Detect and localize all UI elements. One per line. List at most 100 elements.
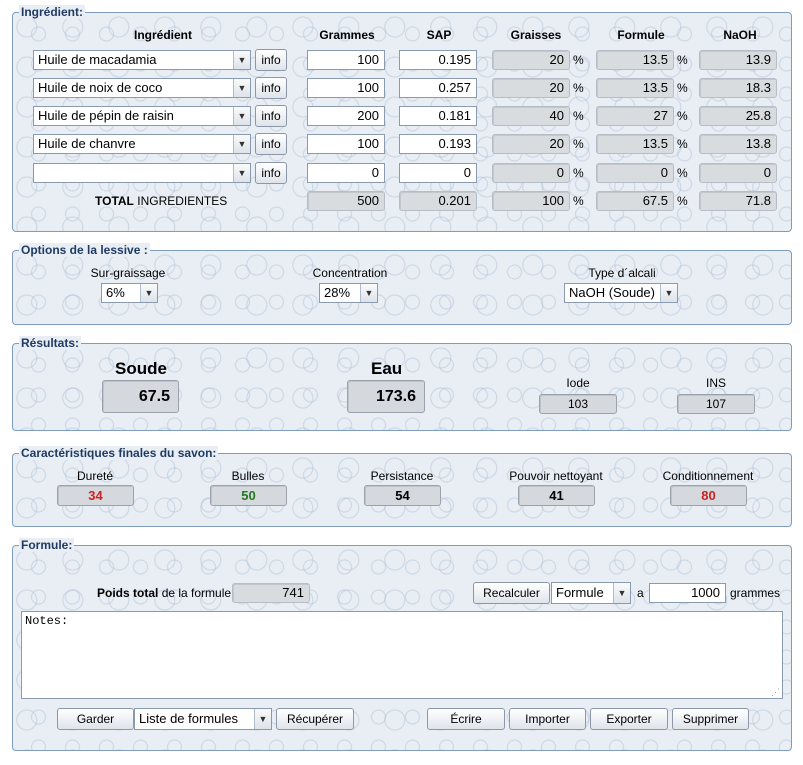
total-weight-label: Poids total de la formule xyxy=(97,586,231,600)
ingredient-fat-pct: % xyxy=(573,166,584,180)
ingredient-select[interactable]: Huile de macadamia ▼ xyxy=(33,50,251,70)
ingredient-grams-input[interactable]: 100 xyxy=(307,134,385,154)
characteristic-value: 34 xyxy=(57,485,134,506)
characteristics-legend: Caractéristiques finales du savon: xyxy=(19,446,219,460)
concentration-value: 28% xyxy=(324,285,351,300)
recalculate-button[interactable]: Recalculer xyxy=(473,582,550,604)
ingredient-grams-input[interactable]: 100 xyxy=(307,50,385,70)
ingredient-sap-input[interactable]: 0 xyxy=(399,163,477,183)
results-legend: Résultats: xyxy=(19,336,82,350)
ingredient-select[interactable]: Huile de noix de coco ▼ xyxy=(33,78,251,98)
ingredient-select[interactable]: Huile de pépin de raisin ▼ xyxy=(33,106,251,126)
ingredient-fat-value: 40 xyxy=(492,106,570,126)
ingredient-naoh-value: 25.8 xyxy=(699,106,777,126)
save-button[interactable]: Garder xyxy=(57,708,134,730)
total-weight-label-rest: de la formule xyxy=(161,586,232,600)
iodine-label: Iode xyxy=(566,376,590,390)
ingredient-formula-pct: % xyxy=(677,137,688,151)
ingredient-grams-input[interactable]: 100 xyxy=(307,78,385,98)
chevron-down-icon: ▼ xyxy=(254,709,271,729)
header-fat: Graisses xyxy=(510,28,562,42)
ins-label: INS xyxy=(705,376,726,390)
lye-options-legend: Options de la lessive : xyxy=(19,243,150,257)
write-button[interactable]: Écrire xyxy=(427,708,505,730)
ingredient-fat-pct: % xyxy=(573,53,584,67)
chevron-down-icon: ▼ xyxy=(233,135,250,153)
ingredient-info-button[interactable]: info xyxy=(255,77,287,99)
lye-options-panel: Options de la lessive : Sur-graissage 6%… xyxy=(12,243,792,325)
header-formula: Formule xyxy=(617,28,665,42)
ingredient-select[interactable]: Huile de chanvre ▼ xyxy=(33,134,251,154)
chevron-down-icon: ▼ xyxy=(613,583,630,603)
superfat-value: 6% xyxy=(106,285,125,300)
ingredient-naoh-value: 13.9 xyxy=(699,50,777,70)
a-label: a xyxy=(637,586,644,600)
ingredient-info-button[interactable]: info xyxy=(255,49,287,71)
chevron-down-icon: ▼ xyxy=(233,51,250,69)
concentration-select[interactable]: 28% ▼ xyxy=(319,283,378,303)
alkali-select[interactable]: NaOH (Soude) ▼ xyxy=(564,283,678,303)
ingredient-sap-input[interactable]: 0.181 xyxy=(399,106,477,126)
formula-list-select[interactable]: Liste de formules ▼ xyxy=(134,708,272,730)
ingredient-formula-pct: % xyxy=(677,109,688,123)
ingredient-fat-pct: % xyxy=(573,81,584,95)
notes-text: Notes: xyxy=(25,614,69,628)
soda-label: Soude xyxy=(115,359,167,378)
total-sap: 0.201 xyxy=(399,191,477,211)
formula-legend: Formule: xyxy=(19,538,75,552)
ingredient-grams-input[interactable]: 0 xyxy=(307,163,385,183)
total-grams: 500 xyxy=(307,191,385,211)
characteristic-label: Dureté xyxy=(76,469,114,483)
ingredient-naoh-value: 18.3 xyxy=(699,78,777,98)
characteristic-value: 54 xyxy=(364,485,441,506)
total-weight-label-bold: Poids total xyxy=(97,586,159,600)
notes-textarea[interactable]: Notes: ⋰ xyxy=(21,611,783,699)
ingredient-info-button[interactable]: info xyxy=(255,162,287,184)
ingredient-grams-input[interactable]: 200 xyxy=(307,106,385,126)
ingredient-formula-value: 13.5 xyxy=(596,134,674,154)
ingredient-formula-pct: % xyxy=(677,166,688,180)
ingredient-formula-value: 0 xyxy=(596,163,674,183)
ingredient-select-value: Huile de noix de coco xyxy=(38,80,163,95)
ingredient-info-button[interactable]: info xyxy=(255,105,287,127)
formula-list-value: Liste de formules xyxy=(139,711,238,726)
import-button[interactable]: Importer xyxy=(509,708,586,730)
characteristic-label: Persistance xyxy=(370,469,434,483)
water-value: 173.6 xyxy=(347,380,425,413)
header-naoh: NaOH xyxy=(723,28,757,42)
chevron-down-icon: ▼ xyxy=(233,164,250,182)
iodine-value: 103 xyxy=(539,394,617,414)
ingredient-sap-input[interactable]: 0.193 xyxy=(399,134,477,154)
ingredient-fat-value: 0 xyxy=(492,163,570,183)
ingredient-fat-value: 20 xyxy=(492,78,570,98)
formula-mode-select[interactable]: Formule ▼ xyxy=(551,582,631,604)
ingredient-sap-input[interactable]: 0.257 xyxy=(399,78,477,98)
total-label-rest: INGREDIENTES xyxy=(137,194,228,208)
ingredient-formula-pct: % xyxy=(677,81,688,95)
chevron-down-icon: ▼ xyxy=(233,107,250,125)
chevron-down-icon: ▼ xyxy=(360,284,377,302)
retrieve-button[interactable]: Récupérer xyxy=(276,708,354,730)
resize-grip-icon[interactable]: ⋰ xyxy=(771,688,780,698)
total-label: TOTAL INGREDIENTES xyxy=(95,194,227,208)
characteristic-value: 80 xyxy=(670,485,747,506)
ingredient-info-button[interactable]: info xyxy=(255,133,287,155)
header-ingredient: Ingrédient xyxy=(133,28,192,42)
soda-value: 67.5 xyxy=(102,380,179,413)
ingredient-sap-input[interactable]: 0.195 xyxy=(399,50,477,70)
formula-panel: Formule: Poids total de la formule 741 R… xyxy=(12,538,792,751)
results-panel: Résultats: Soude 67.5 Eau 173.6 Iode 103… xyxy=(12,336,792,431)
superfat-select[interactable]: 6% ▼ xyxy=(101,283,158,303)
target-weight-input[interactable]: 1000 xyxy=(649,583,726,603)
total-fat: 100 xyxy=(492,191,570,211)
chevron-down-icon: ▼ xyxy=(233,79,250,97)
ingredient-naoh-value: 13.8 xyxy=(699,134,777,154)
chevron-down-icon: ▼ xyxy=(140,284,157,302)
export-button[interactable]: Exporter xyxy=(590,708,668,730)
ingredient-fat-value: 20 xyxy=(492,134,570,154)
delete-button[interactable]: Supprimer xyxy=(672,708,749,730)
ingredient-fat-value: 20 xyxy=(492,50,570,70)
total-label-bold: TOTAL xyxy=(95,194,134,208)
ingredient-select[interactable]: ▼ xyxy=(33,163,251,183)
ingredient-naoh-value: 0 xyxy=(699,163,777,183)
